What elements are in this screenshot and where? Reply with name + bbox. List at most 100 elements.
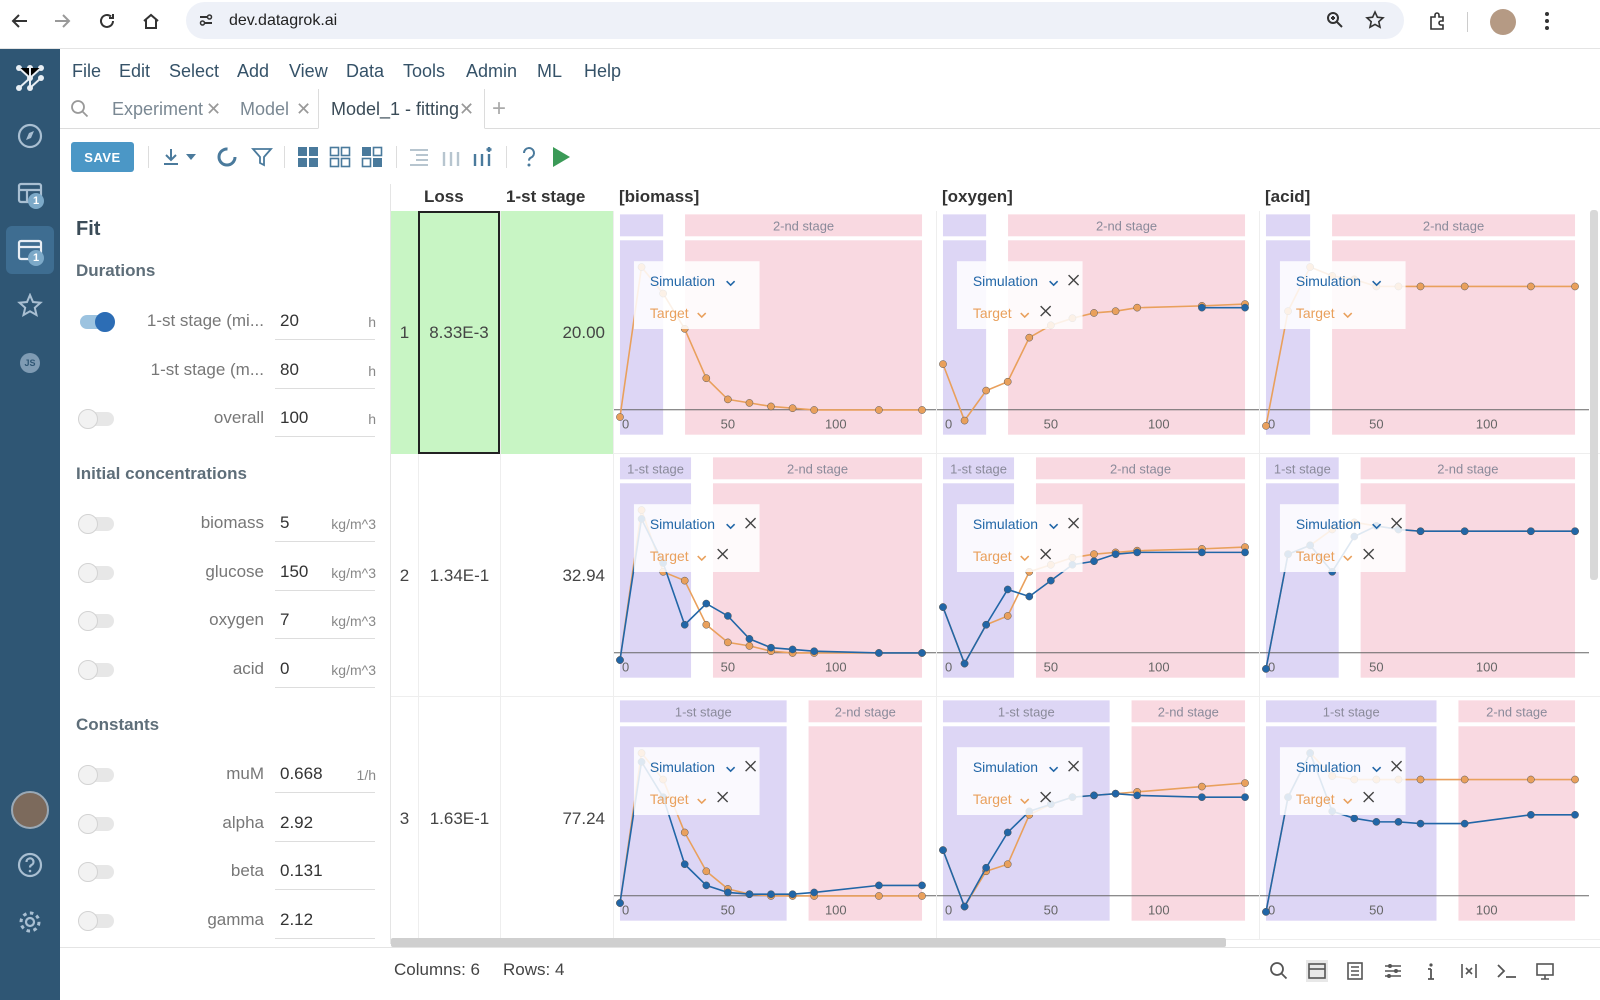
table-row[interactable]: 3 1.63E-1 77.24 1-st stage 2-nd stage 0 50 100 S… — [391, 697, 1600, 940]
help-question-icon[interactable] — [516, 144, 542, 170]
tables-icon[interactable]: 1 — [6, 169, 54, 217]
profile-avatar-icon[interactable] — [1490, 9, 1516, 35]
refresh-icon[interactable] — [214, 144, 240, 170]
user-avatar[interactable] — [6, 786, 54, 834]
menu-select[interactable]: Select — [169, 61, 219, 82]
param-value-input[interactable]: 0.131 — [275, 852, 375, 890]
param-value-input[interactable]: 2.92 — [275, 804, 375, 842]
info-icon[interactable] — [1420, 960, 1442, 982]
line-chart-oxygen[interactable]: 1-st stage 2-nd stage 0 50 100 Simulation Targ… — [936, 454, 1259, 697]
param-toggle[interactable] — [78, 409, 114, 429]
row-number[interactable]: 1 — [391, 211, 418, 454]
table-view-icon[interactable] — [1306, 960, 1328, 982]
line-chart-biomass[interactable]: 1-st stage 2-nd stage0 50 100SimulationTarg… — [613, 697, 936, 940]
stage-cell[interactable]: 20.00 — [500, 211, 613, 454]
stage-cell[interactable]: 32.94 — [500, 454, 613, 697]
legend-target[interactable]: Target — [973, 791, 1012, 807]
param-toggle[interactable] — [80, 312, 115, 332]
param-value-input[interactable]: 20 — [275, 302, 375, 340]
menu-add[interactable]: Add — [237, 61, 269, 82]
bookmark-star-icon[interactable] — [1363, 8, 1387, 32]
save-button[interactable]: SAVE — [71, 142, 134, 172]
menu-tools[interactable]: Tools — [403, 61, 445, 82]
properties-icon[interactable] — [1344, 960, 1366, 982]
datagrok-logo-icon[interactable] — [6, 54, 54, 102]
menu-edit[interactable]: Edit — [119, 61, 150, 82]
row-number[interactable]: 3 — [391, 697, 418, 940]
help-icon[interactable] — [6, 841, 54, 889]
console-icon[interactable] — [1496, 960, 1518, 982]
menu-help[interactable]: Help — [584, 61, 621, 82]
menu-ml[interactable]: ML — [537, 61, 562, 82]
menu-view[interactable]: View — [289, 61, 328, 82]
add-column-icon[interactable] — [470, 144, 496, 170]
horizontal-scrollbar[interactable] — [391, 938, 1226, 947]
js-icon[interactable]: JS — [6, 339, 54, 387]
legend-target[interactable]: Target — [650, 305, 689, 321]
header-biomass[interactable]: [biomass] — [613, 184, 936, 211]
row-number[interactable]: 2 — [391, 454, 418, 697]
legend-target[interactable]: Target — [650, 791, 689, 807]
param-toggle[interactable] — [78, 813, 114, 834]
filter-icon[interactable] — [249, 144, 275, 170]
browse-compass-icon[interactable] — [6, 112, 54, 160]
variables-icon[interactable] — [1458, 960, 1480, 982]
browser-menu-icon[interactable] — [1535, 9, 1559, 33]
settings-gear-icon[interactable] — [6, 898, 54, 946]
legend-target[interactable]: Target — [1296, 548, 1335, 564]
line-chart-acid[interactable]: 1-st stage 2-nd stage0 50 100SimulationTarg… — [1259, 697, 1589, 940]
zoom-icon[interactable] — [1323, 8, 1347, 32]
search-icon[interactable] — [68, 97, 92, 121]
table-row[interactable]: 1 8.33E-3 20.00 2-nd stage 0 50 100 Simulation T… — [391, 211, 1600, 454]
close-icon[interactable]: ✕ — [459, 99, 474, 120]
menu-file[interactable]: File — [72, 61, 101, 82]
layout-mixed-icon[interactable] — [359, 144, 385, 170]
close-icon[interactable]: ✕ — [296, 99, 311, 120]
param-value-input[interactable]: 80 — [275, 351, 375, 389]
chevron-down-icon[interactable] — [184, 144, 198, 170]
stage-cell[interactable]: 77.24 — [500, 697, 613, 940]
param-toggle[interactable] — [78, 765, 114, 785]
close-icon[interactable]: ✕ — [206, 99, 221, 120]
download-icon[interactable] — [158, 144, 184, 170]
address-bar[interactable]: dev.datagrok.ai — [186, 2, 1404, 39]
legend-simulation[interactable]: Simulation — [1296, 516, 1361, 532]
header-acid[interactable]: [acid] — [1259, 184, 1589, 211]
header-oxygen[interactable]: [oxygen] — [936, 184, 1259, 211]
legend-simulation[interactable]: Simulation — [650, 273, 715, 289]
param-value-input[interactable]: 2.12 — [275, 901, 375, 939]
loss-cell[interactable]: 1.63E-1 — [418, 697, 500, 940]
line-chart-biomass[interactable]: 1-st stage 2-nd stage0 50 100SimulationTarg… — [613, 454, 936, 697]
sliders-icon[interactable] — [1382, 960, 1404, 982]
vertical-scrollbar[interactable] — [1590, 210, 1598, 580]
param-value-input[interactable]: 100 — [275, 399, 375, 437]
table-row[interactable]: 2 1.34E-1 32.94 1-st stage 2-nd stage 0 50 100 S… — [391, 454, 1600, 697]
param-toggle[interactable] — [78, 862, 114, 882]
search-icon[interactable] — [1268, 960, 1290, 982]
favorites-star-icon[interactable] — [6, 282, 54, 330]
tab-model[interactable]: Model ✕ — [228, 89, 318, 129]
header-loss[interactable]: Loss — [418, 184, 500, 211]
legend-simulation[interactable]: Simulation — [650, 759, 715, 775]
line-chart-biomass[interactable]: 2-nd stage0 50 100SimulationTarget — [613, 211, 936, 454]
tab-model-1-fitting[interactable]: Model_1 - fitting ✕ — [318, 89, 485, 129]
legend-target[interactable]: Target — [973, 305, 1012, 321]
legend-target[interactable]: Target — [650, 548, 689, 564]
legend-simulation[interactable]: Simulation — [1296, 759, 1361, 775]
legend-target[interactable]: Target — [1296, 305, 1335, 321]
legend-simulation[interactable]: Simulation — [973, 516, 1038, 532]
param-toggle[interactable] — [78, 562, 114, 583]
param-toggle[interactable] — [78, 910, 114, 931]
projects-icon[interactable]: 1 — [6, 226, 54, 274]
param-toggle[interactable] — [78, 659, 114, 680]
legend-simulation[interactable]: Simulation — [973, 273, 1038, 289]
menu-admin[interactable]: Admin — [466, 61, 517, 82]
line-chart-oxygen[interactable]: 1-st stage 2-nd stage 0 50 100 Simulation Targ… — [936, 697, 1259, 940]
back-icon[interactable] — [8, 9, 32, 33]
reload-icon[interactable] — [95, 9, 119, 33]
presentation-icon[interactable] — [1534, 960, 1556, 982]
param-toggle[interactable] — [78, 611, 114, 631]
legend-simulation[interactable]: Simulation — [973, 759, 1038, 775]
line-chart-acid[interactable]: 1-st stage 2-nd stage0 50 100SimulationTarg… — [1259, 454, 1589, 697]
extensions-icon[interactable] — [1425, 9, 1449, 33]
